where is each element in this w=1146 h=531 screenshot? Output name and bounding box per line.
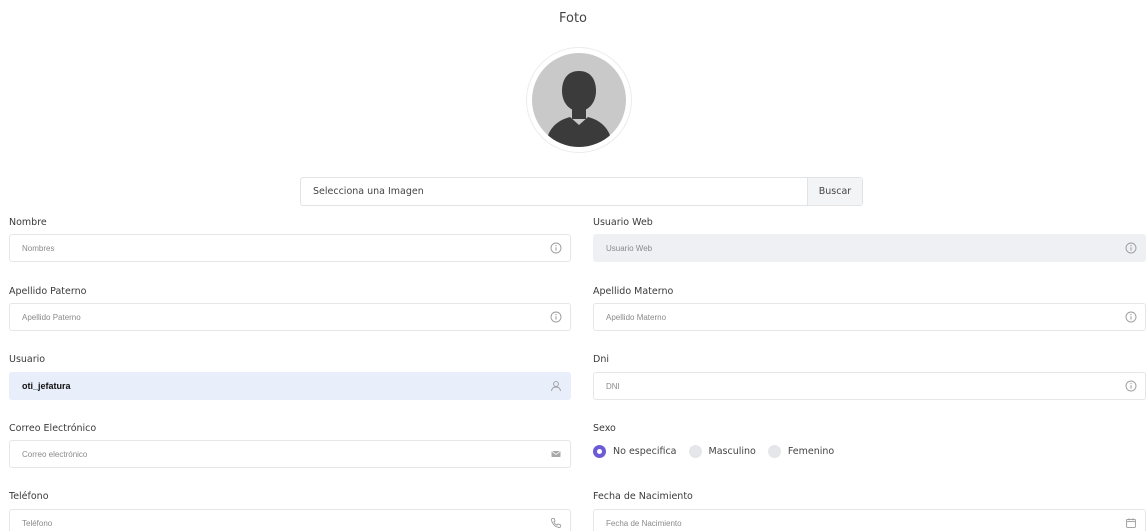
sexo-option-masculino[interactable]: Masculino xyxy=(688,444,756,458)
info-icon xyxy=(1125,311,1137,323)
radio-label: Masculino xyxy=(708,445,756,457)
usuario-input[interactable]: oti_jefatura xyxy=(10,381,550,391)
user-icon xyxy=(551,381,561,392)
radio-checked[interactable] xyxy=(593,444,606,458)
fecha-nacimiento-input[interactable]: Fecha de Nacimiento xyxy=(594,519,1125,528)
radio-label: No especifica xyxy=(613,445,677,457)
avatar xyxy=(532,53,626,147)
info-icon xyxy=(550,242,562,254)
fecha-nacimiento-label: Fecha de Nacimiento xyxy=(593,491,693,502)
telefono-field[interactable]: Teléfono xyxy=(9,509,571,531)
usuario-field[interactable]: oti_jefatura xyxy=(9,372,571,400)
file-input[interactable]: Selecciona una Imagen xyxy=(301,178,807,205)
nombre-field[interactable]: Nombres xyxy=(9,234,571,262)
avatar-frame[interactable] xyxy=(526,47,632,153)
usuario-label: Usuario xyxy=(9,354,46,365)
info-icon xyxy=(550,311,562,323)
radio-label: Femenino xyxy=(787,445,835,457)
apellido-paterno-input[interactable]: Apellido Paterno xyxy=(10,313,550,322)
radio-unchecked[interactable] xyxy=(688,444,702,458)
correo-field[interactable]: Correo electrónico xyxy=(9,440,571,468)
apellido-materno-input[interactable]: Apellido Materno xyxy=(594,313,1125,322)
phone-icon xyxy=(551,518,561,528)
dni-input[interactable]: DNI xyxy=(594,382,1125,391)
dni-label: Dni xyxy=(593,354,609,365)
info-icon xyxy=(1125,242,1137,254)
telefono-input[interactable]: Teléfono xyxy=(10,519,550,528)
nombre-input[interactable]: Nombres xyxy=(10,244,550,253)
fecha-nacimiento-field[interactable]: Fecha de Nacimiento xyxy=(593,509,1146,531)
info-icon xyxy=(1125,380,1137,392)
sexo-label: Sexo xyxy=(593,423,616,434)
image-file-picker[interactable]: Selecciona una Imagen Buscar xyxy=(300,177,863,206)
dni-field[interactable]: DNI xyxy=(593,372,1146,400)
apellido-paterno-field[interactable]: Apellido Paterno xyxy=(9,303,571,331)
usuario-web-field: Usuario Web xyxy=(593,234,1146,262)
envelope-icon xyxy=(551,450,561,457)
sexo-option-no-especifica[interactable]: No especifica xyxy=(593,444,677,458)
telefono-label: Teléfono xyxy=(9,491,49,502)
usuario-web-input: Usuario Web xyxy=(606,243,653,253)
user-silhouette-icon xyxy=(546,71,612,147)
apellido-paterno-label: Apellido Paterno xyxy=(9,286,87,297)
correo-input[interactable]: Correo electrónico xyxy=(10,450,550,459)
photo-title: Foto xyxy=(558,11,588,26)
sexo-radio-group: No especifica Masculino Femenino xyxy=(593,444,846,458)
sexo-option-femenino[interactable]: Femenino xyxy=(767,444,835,458)
apellido-materno-label: Apellido Materno xyxy=(593,286,674,297)
calendar-icon[interactable] xyxy=(1125,517,1137,529)
nombre-label: Nombre xyxy=(9,217,47,228)
browse-button[interactable]: Buscar xyxy=(807,178,862,205)
usuario-web-label: Usuario Web xyxy=(593,217,653,228)
radio-unchecked[interactable] xyxy=(767,444,781,458)
correo-label: Correo Electrónico xyxy=(9,423,97,434)
apellido-materno-field[interactable]: Apellido Materno xyxy=(593,303,1146,331)
